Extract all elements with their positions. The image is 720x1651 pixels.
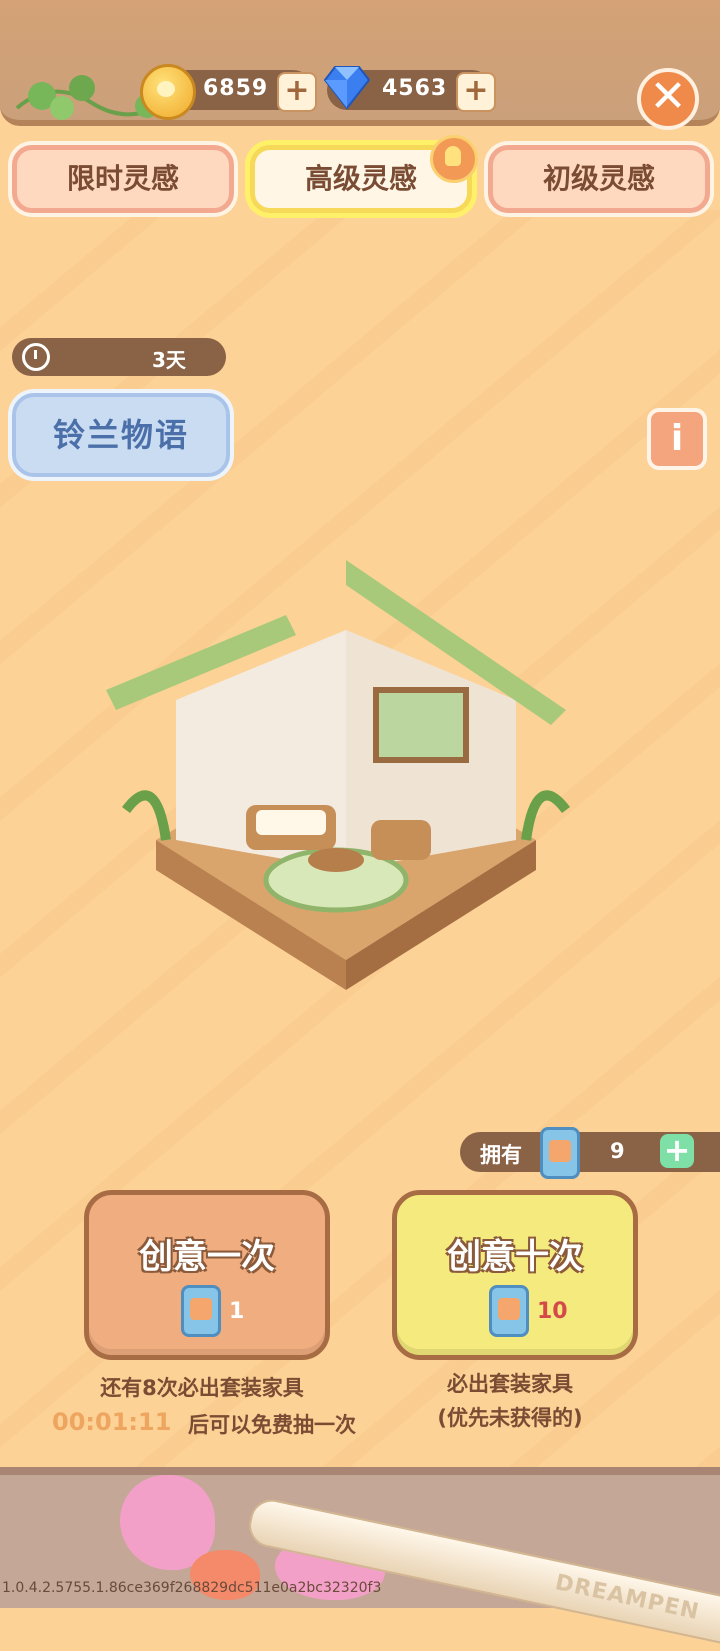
coin-value: 6859 [203, 76, 269, 101]
room-preview-image [106, 560, 570, 990]
close-button[interactable]: ✕ [637, 68, 699, 130]
draw-once-cost: 1 [229, 1299, 245, 1324]
timer-text: 3天 [152, 348, 186, 372]
coin-counter: 6859 + [140, 64, 317, 120]
guarantee-note: 必出套装家具 [447, 1372, 573, 1396]
free-draw-countdown: 00:01:11 [52, 1408, 172, 1436]
coin-icon [140, 64, 196, 120]
tab-basic-inspiration[interactable]: 初级灵感 [488, 145, 710, 213]
clock-icon [22, 343, 50, 371]
draw-once-label: 创意一次 [139, 1237, 275, 1277]
version-string: 1.0.4.2.5755.1.86ce369f268829dc511e0a2bc… [2, 1580, 382, 1596]
lightbulb-badge-icon [430, 135, 478, 183]
ticket-icon [540, 1127, 580, 1179]
draw-once-button[interactable]: 创意一次 1 [84, 1190, 330, 1360]
pity-note: 还有8次必出套装家具 [100, 1376, 304, 1400]
set-name-banner: 铃兰物语 [12, 393, 230, 477]
gem-counter: 4563 + [323, 66, 496, 112]
free-draw-note: 后可以免费抽一次 [188, 1413, 356, 1437]
draw-ten-cost: 10 [537, 1299, 568, 1324]
tab-limited-inspiration[interactable]: 限时灵感 [12, 145, 234, 213]
owned-count: 9 [610, 1139, 625, 1163]
event-timer: 3天 [12, 338, 226, 376]
gem-value: 4563 [382, 76, 448, 101]
ticket-icon [489, 1285, 529, 1337]
ticket-icon [181, 1285, 221, 1337]
owned-tickets: 拥有 9 + [460, 1127, 720, 1179]
draw-ten-button[interactable]: 创意十次 10 [392, 1190, 638, 1360]
add-gems-button[interactable]: + [456, 72, 496, 112]
gem-icon [323, 66, 371, 110]
draw-ten-label: 创意十次 [447, 1237, 583, 1277]
add-tickets-button[interactable]: + [660, 1134, 694, 1168]
info-button[interactable]: i [647, 408, 707, 470]
owned-label: 拥有 [480, 1143, 522, 1167]
guarantee-subnote: (优先未获得的) [437, 1406, 583, 1430]
add-coins-button[interactable]: + [277, 72, 317, 112]
